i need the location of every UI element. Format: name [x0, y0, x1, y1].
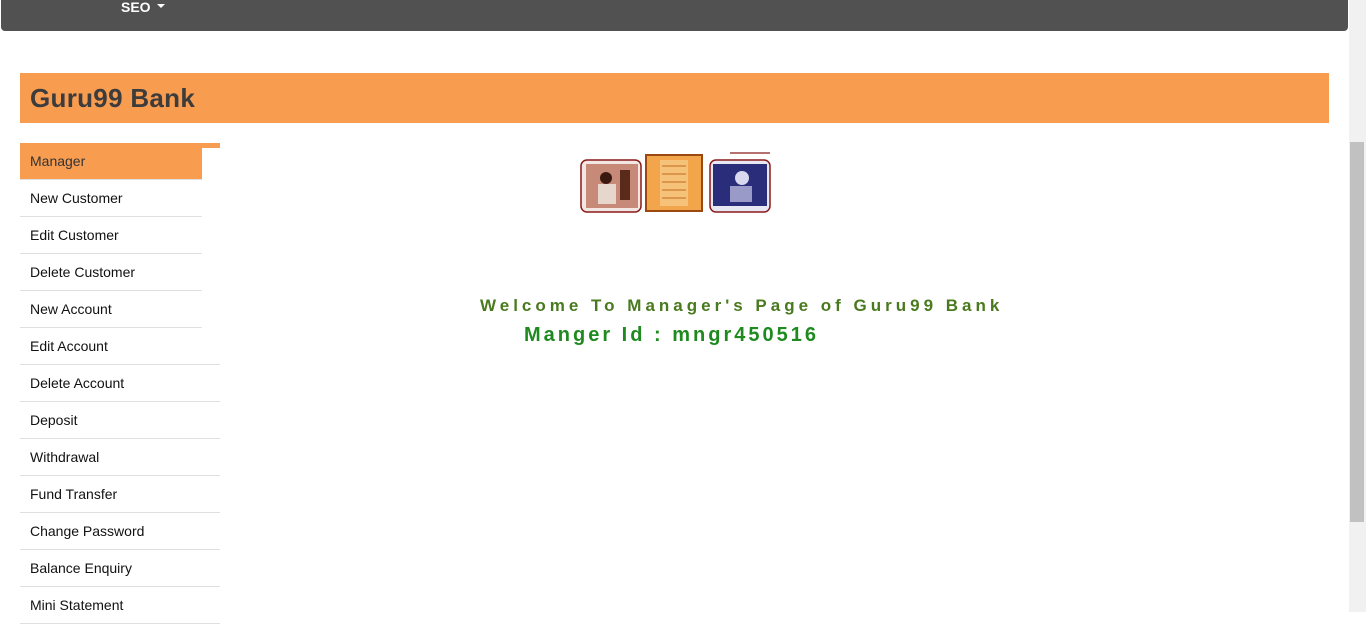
sidebar-item-delete-account[interactable]: Delete Account	[20, 365, 220, 402]
manager-id-label: Manger Id : mngr450516	[524, 324, 819, 346]
caret-down-icon	[156, 4, 165, 9]
sidebar-item-new-customer[interactable]: New Customer	[20, 180, 202, 217]
sidebar-item-edit-account[interactable]: Edit Account	[20, 328, 220, 365]
sidebar-item-mini-statement[interactable]: Mini Statement	[20, 587, 220, 624]
sidebar-menu: Manager New Customer Edit Customer Delet…	[20, 143, 220, 624]
bank-banner-image	[580, 152, 771, 213]
sidebar-item-edit-customer[interactable]: Edit Customer	[20, 217, 202, 254]
sidebar-item-delete-customer[interactable]: Delete Customer	[20, 254, 202, 291]
seo-menu-label: SEO	[121, 0, 151, 15]
sidebar-item-fund-transfer[interactable]: Fund Transfer	[20, 476, 220, 513]
sidebar-item-balance-enquiry[interactable]: Balance Enquiry	[20, 550, 220, 587]
bank-header: Guru99 Bank	[20, 73, 1329, 123]
seo-menu-dropdown[interactable]: SEO	[121, 0, 165, 14]
sidebar-item-deposit[interactable]: Deposit	[20, 402, 220, 439]
sidebar-accent-line	[202, 143, 220, 148]
sidebar-item-change-password[interactable]: Change Password	[20, 513, 220, 550]
sidebar-item-manager[interactable]: Manager	[20, 143, 202, 180]
top-navbar: SEO	[1, 0, 1348, 31]
sidebar-item-withdrawal[interactable]: Withdrawal	[20, 439, 220, 476]
bank-title: Guru99 Bank	[30, 83, 196, 113]
vertical-scrollbar[interactable]	[1349, 0, 1366, 612]
sidebar-item-new-account[interactable]: New Account	[20, 291, 202, 328]
welcome-message: Welcome To Manager's Page of Guru99 Bank	[480, 296, 1004, 315]
scrollbar-thumb[interactable]	[1350, 142, 1364, 522]
